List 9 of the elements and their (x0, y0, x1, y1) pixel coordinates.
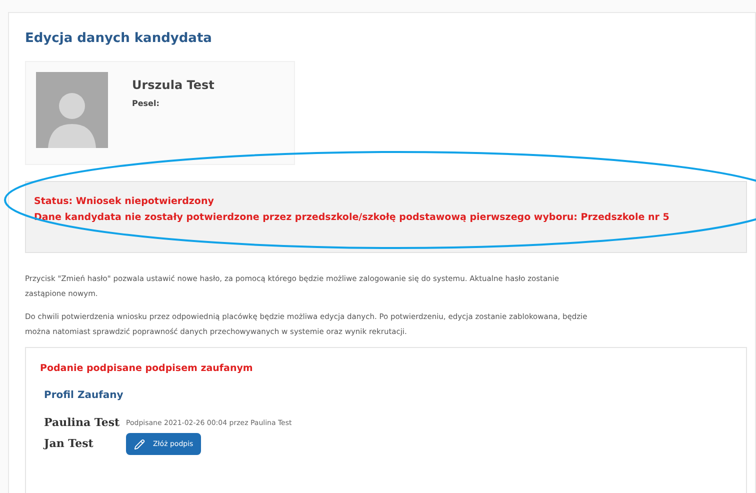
signer-name: Jan Test (44, 436, 94, 452)
pencil-icon (134, 438, 145, 450)
status-message: Status: Wniosek niepotwierdzony (34, 194, 214, 208)
signature-subheading: Profil Zaufany (44, 388, 124, 403)
candidate-name: Urszula Test (132, 76, 214, 94)
signer-name: Paulina Test (44, 414, 120, 431)
pesel-label: Pesel: (132, 98, 160, 110)
signature-heading: Podanie podpisane podpisem zaufanym (40, 362, 254, 376)
page-title: Edycja danych kandydata (25, 30, 213, 48)
